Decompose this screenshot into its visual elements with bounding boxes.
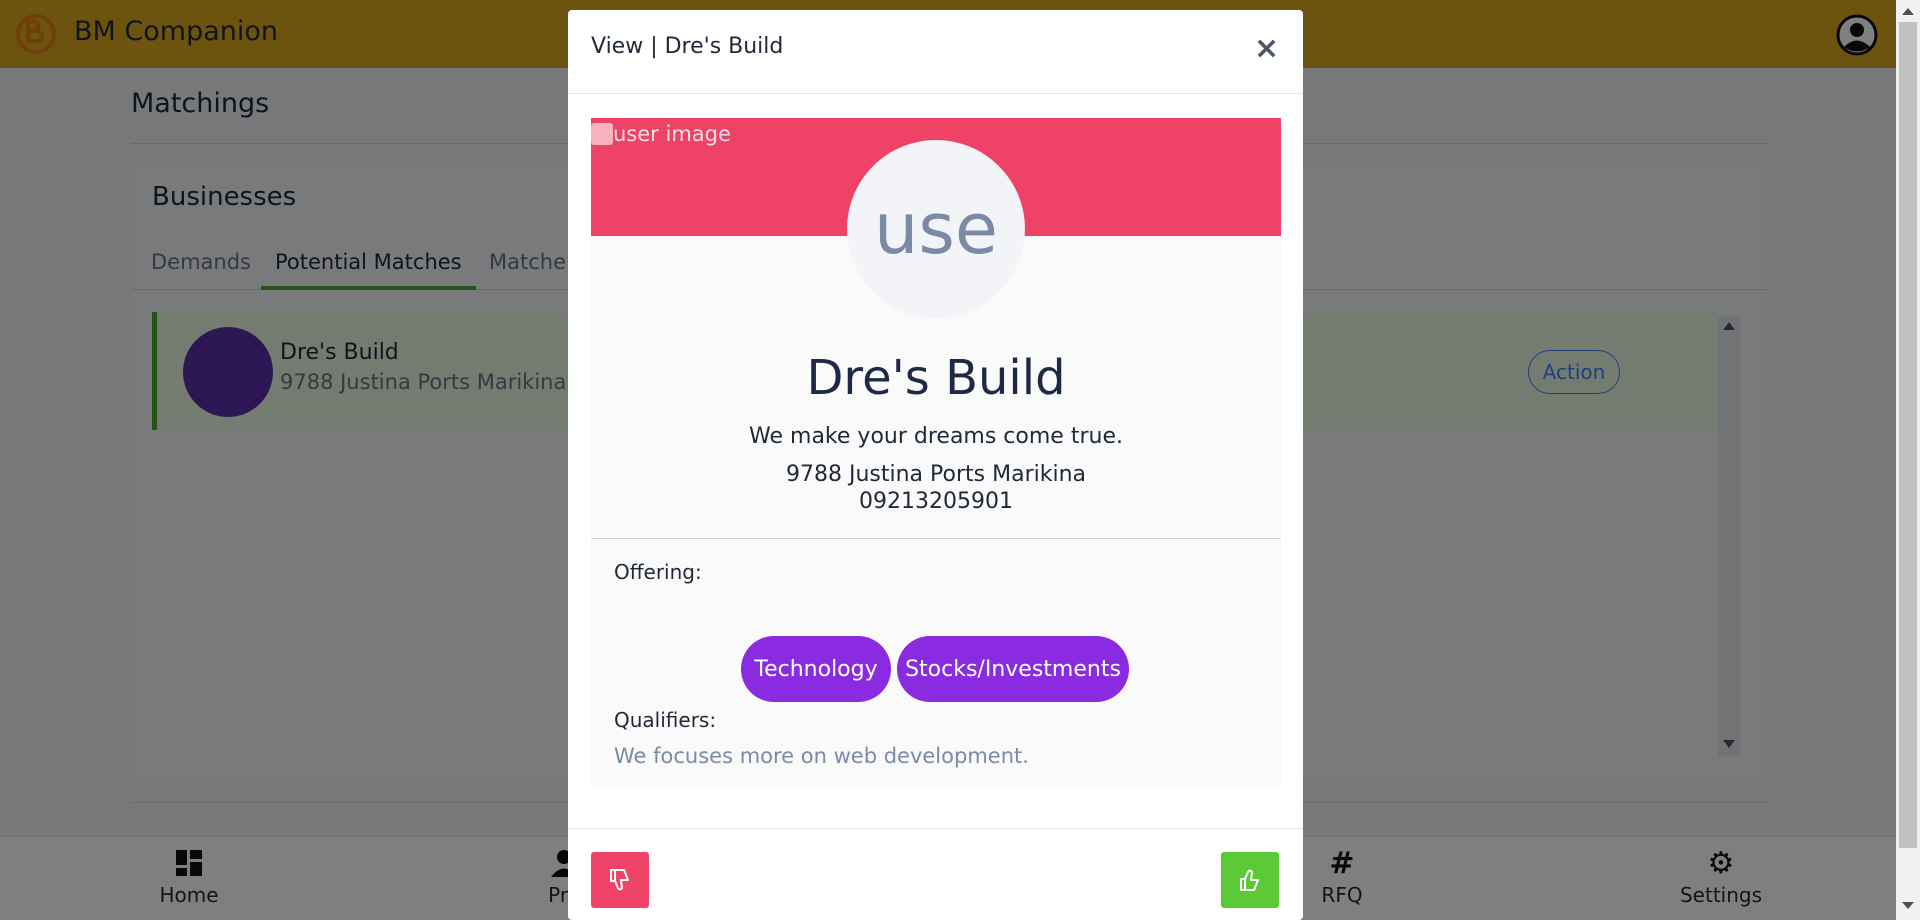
like-button[interactable] <box>1221 852 1279 908</box>
qualifiers-label: Qualifiers: <box>614 708 717 732</box>
offering-tag: Technology <box>741 636 891 702</box>
divider <box>591 538 1281 539</box>
thumbs-up-icon <box>1240 869 1259 891</box>
scrollbar-thumb[interactable] <box>1899 22 1917 848</box>
scroll-down-icon[interactable] <box>1902 902 1914 909</box>
image-placeholder-icon <box>591 123 613 145</box>
modal-title: View | Dre's Build <box>591 34 784 59</box>
profile-avatar: use <box>847 140 1025 318</box>
business-name: Dre's Build <box>806 350 1066 406</box>
profile-card: user image use Dre's Build We make your … <box>591 118 1281 789</box>
business-address: 9788 Justina Ports Marikina <box>786 462 1086 487</box>
image-alt-text: user image <box>613 122 731 146</box>
business-tagline: We make your dreams come true. <box>749 424 1123 449</box>
business-phone: 09213205901 <box>859 489 1013 514</box>
broken-image-icon: user image <box>591 122 731 146</box>
offering-tag: Stocks/Investments <box>897 636 1129 702</box>
divider <box>568 828 1303 829</box>
dislike-button[interactable] <box>591 852 649 908</box>
modal-header: View | Dre's Build × <box>568 10 1303 94</box>
thumbs-down-icon <box>610 869 629 891</box>
close-icon[interactable]: × <box>1254 34 1279 64</box>
offering-label: Offering: <box>614 560 702 584</box>
view-modal: View | Dre's Build × user image use Dre'… <box>568 10 1303 920</box>
qualifiers-text: We focuses more on web development. <box>614 744 1029 768</box>
scroll-up-icon[interactable] <box>1902 8 1914 15</box>
window-scrollbar[interactable] <box>1896 0 1920 920</box>
